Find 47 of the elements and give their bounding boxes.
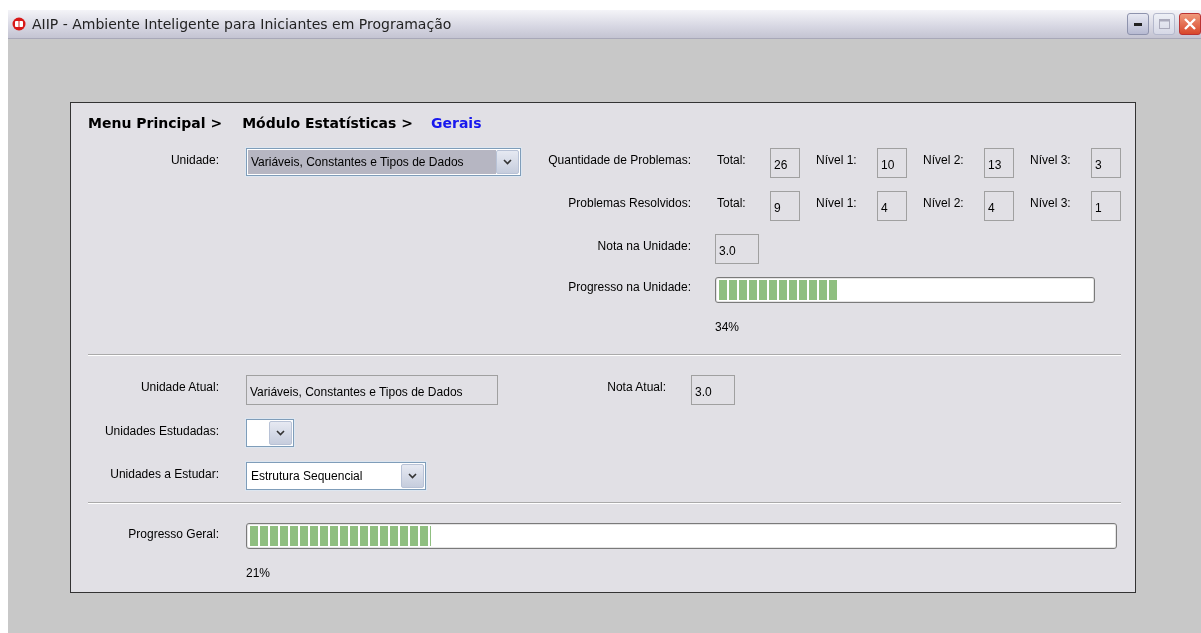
field-label: Nível 1: xyxy=(815,195,858,210)
progress-percent: 34% xyxy=(715,320,740,334)
maximize-icon xyxy=(1158,19,1170,29)
caret-icon xyxy=(276,430,285,436)
value-field: 9 xyxy=(770,191,800,221)
value-field: 3.0 xyxy=(715,234,759,264)
field-label: Quantidade de Problemas: xyxy=(547,152,692,167)
field-label: Total: xyxy=(716,195,747,210)
app-logo-icon xyxy=(12,17,26,31)
window-title: AIIP - Ambiente Inteligente para Iniciantes em Programação xyxy=(32,16,453,32)
field-label: Nota Atual: xyxy=(606,379,667,394)
close-icon xyxy=(1184,18,1196,30)
value-field: 13 xyxy=(984,148,1014,178)
field-label: Nível 2: xyxy=(922,152,965,167)
field-label: Progresso Geral: xyxy=(127,526,220,541)
close-button[interactable] xyxy=(1179,13,1201,35)
field-label: Nota na Unidade: xyxy=(596,238,692,253)
value-field: 26 xyxy=(770,148,800,178)
field-label: Nível 2: xyxy=(922,195,965,210)
value-field: 4 xyxy=(877,191,907,221)
value-field: 1 xyxy=(1091,191,1121,221)
dropdown[interactable] xyxy=(246,419,294,447)
caret-icon xyxy=(503,159,512,165)
value-field: Variáveis, Constantes e Tipos de Dados xyxy=(246,375,498,405)
field-label: Unidades a Estudar: xyxy=(109,466,220,481)
breadcrumb-link[interactable]: Menu Principal > xyxy=(88,115,223,131)
dropdown[interactable]: Variáveis, Constantes e Tipos de Dados xyxy=(246,148,521,176)
value-field: 3 xyxy=(1091,148,1121,178)
field-label: Total: xyxy=(716,152,747,167)
breadcrumb-link[interactable]: Gerais xyxy=(431,115,482,131)
dropdown[interactable]: Estrutura Sequencial xyxy=(246,462,426,490)
caret-icon xyxy=(408,473,417,479)
field-label: Nível 3: xyxy=(1029,152,1072,167)
value-field: 3.0 xyxy=(691,375,735,405)
field-label: Nível 3: xyxy=(1029,195,1072,210)
breadcrumb-link[interactable]: Módulo Estatísticas > xyxy=(242,115,413,131)
minimize-button[interactable] xyxy=(1127,13,1149,35)
minimize-icon xyxy=(1134,22,1142,26)
field-label: Unidade Atual: xyxy=(139,379,220,394)
field-label: Problemas Resolvidos: xyxy=(567,195,692,210)
field-label: Progresso na Unidade: xyxy=(567,279,692,294)
field-label: Unidades Estudadas: xyxy=(103,423,220,438)
field-label: Unidade: xyxy=(169,152,220,167)
value-field: 4 xyxy=(984,191,1014,221)
progress-percent: 21% xyxy=(246,566,271,580)
value-field: 10 xyxy=(877,148,907,178)
field-label: Nível 1: xyxy=(815,152,858,167)
